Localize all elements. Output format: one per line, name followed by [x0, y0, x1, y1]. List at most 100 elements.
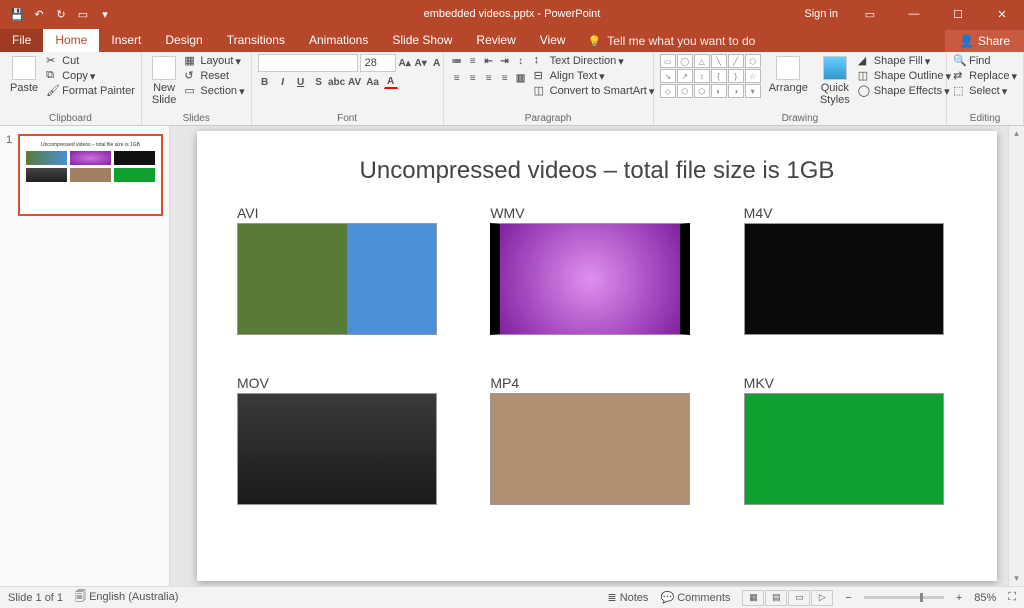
scroll-down-icon[interactable]: ▾ [1014, 573, 1019, 584]
strikethrough-button[interactable]: abc [330, 75, 344, 89]
shapes-gallery[interactable]: ▭◯△╲╱⬡ ↘↗↕{}☆ ◇⬠⬡◐◑▾ [660, 54, 761, 98]
slide-counter[interactable]: Slide 1 of 1 [8, 592, 63, 604]
select-icon: ⬚ [953, 84, 967, 98]
video-m4v[interactable]: M4V [744, 205, 957, 335]
columns-button[interactable]: ▥ [514, 71, 528, 85]
numbering-button[interactable]: ≡ [466, 54, 480, 68]
select-button[interactable]: ⬚Select▾ [953, 84, 1017, 98]
zoom-in-button[interactable]: + [956, 592, 962, 604]
italic-button[interactable]: I [276, 75, 290, 89]
font-size-input[interactable]: 28 [360, 54, 396, 72]
align-text-button[interactable]: ⊟Align Text▾ [534, 69, 655, 83]
reading-view-button[interactable]: ▭ [788, 590, 810, 606]
new-slide-button[interactable]: New Slide [148, 54, 180, 108]
start-slideshow-icon[interactable]: ▭ [76, 7, 90, 21]
cut-button[interactable]: ✂Cut [46, 54, 135, 68]
tab-view[interactable]: View [528, 29, 578, 52]
vertical-scrollbar[interactable]: ▴ ▾ [1008, 126, 1024, 586]
tab-transitions[interactable]: Transitions [215, 29, 297, 52]
clear-formatting-icon[interactable]: A [430, 56, 444, 70]
tab-file[interactable]: File [0, 29, 43, 52]
find-button[interactable]: 🔍Find [953, 54, 1017, 68]
tab-insert[interactable]: Insert [99, 29, 153, 52]
font-name-input[interactable] [258, 54, 358, 72]
justify-button[interactable]: ≡ [498, 71, 512, 85]
font-color-button[interactable]: A [384, 75, 398, 89]
zoom-level[interactable]: 85% [974, 592, 996, 604]
quick-styles-button[interactable]: Quick Styles [816, 54, 854, 108]
video-mkv[interactable]: MKV [744, 375, 957, 505]
paste-button[interactable]: Paste [6, 54, 42, 96]
normal-view-button[interactable]: ▦ [742, 590, 764, 606]
tab-slideshow[interactable]: Slide Show [380, 29, 464, 52]
align-center-button[interactable]: ≡ [466, 71, 480, 85]
fit-to-window-button[interactable]: ⛶ [1008, 591, 1016, 604]
replace-button[interactable]: ⇄Replace▾ [953, 69, 1017, 83]
increase-indent-button[interactable]: ⇥ [498, 54, 512, 68]
tell-me-search[interactable]: 💡 Tell me what you want to do [578, 30, 766, 52]
chevron-down-icon: ▾ [925, 55, 931, 68]
new-slide-icon [152, 56, 176, 80]
chevron-down-icon: ▾ [599, 70, 605, 83]
slide-canvas[interactable]: Uncompressed videos – total file size is… [197, 131, 997, 581]
tab-home[interactable]: Home [43, 29, 99, 52]
video-avi[interactable]: AVI [237, 205, 450, 335]
tab-design[interactable]: Design [153, 29, 214, 52]
qat-customize-icon[interactable]: ▾ [98, 7, 112, 21]
notes-button[interactable]: ≣ Notes [607, 591, 648, 604]
video-mp4[interactable]: MP4 [490, 375, 703, 505]
copy-button[interactable]: ⧉Copy▾ [46, 69, 135, 83]
shape-fill-button[interactable]: ◢Shape Fill▾ [858, 54, 951, 68]
layout-button[interactable]: ▦Layout▾ [184, 54, 244, 68]
video-thumbnail[interactable] [490, 393, 690, 505]
arrange-button[interactable]: Arrange [765, 54, 812, 96]
undo-icon[interactable]: ↶ [32, 7, 46, 21]
align-left-button[interactable]: ≡ [450, 71, 464, 85]
save-icon[interactable]: 💾 [10, 7, 24, 21]
redo-icon[interactable]: ↻ [54, 7, 68, 21]
spacing-button[interactable]: AV [348, 75, 362, 89]
reset-button[interactable]: ↺Reset [184, 69, 244, 83]
increase-font-icon[interactable]: A▴ [398, 56, 412, 70]
video-thumbnail[interactable] [237, 223, 437, 335]
align-right-button[interactable]: ≡ [482, 71, 496, 85]
comments-button[interactable]: 💬 Comments [660, 591, 730, 604]
slide-canvas-area[interactable]: Uncompressed videos – total file size is… [170, 126, 1024, 586]
video-thumbnail[interactable] [744, 223, 944, 335]
maximize-icon[interactable]: ☐ [936, 0, 980, 28]
video-thumbnail[interactable] [744, 393, 944, 505]
line-spacing-button[interactable]: ↕ [514, 54, 528, 68]
change-case-button[interactable]: Aa [366, 75, 380, 89]
language-indicator[interactable]: 🗐 English (Australia) [75, 588, 178, 607]
sign-in-link[interactable]: Sign in [794, 8, 848, 20]
slide-thumbnail-1[interactable]: Uncompressed videos – total file size is… [18, 134, 163, 216]
bullets-button[interactable]: ≔ [450, 54, 464, 68]
underline-button[interactable]: U [294, 75, 308, 89]
section-button[interactable]: ▭Section▾ [184, 84, 244, 98]
slide-thumbnail-panel[interactable]: 1 Uncompressed videos – total file size … [0, 126, 170, 586]
format-painter-button[interactable]: 🖌Format Painter [46, 84, 135, 98]
video-wmv[interactable]: WMV [490, 205, 703, 335]
video-thumbnail[interactable] [237, 393, 437, 505]
scroll-up-icon[interactable]: ▴ [1014, 128, 1019, 139]
shape-outline-button[interactable]: ◫Shape Outline▾ [858, 69, 951, 83]
tab-review[interactable]: Review [464, 29, 527, 52]
decrease-font-icon[interactable]: A▾ [414, 56, 428, 70]
video-thumbnail[interactable] [490, 223, 690, 335]
ribbon-options-icon[interactable]: ▭ [848, 0, 892, 28]
shape-effects-button[interactable]: ◯Shape Effects▾ [858, 84, 951, 98]
zoom-slider[interactable] [864, 596, 944, 599]
close-icon[interactable]: ✕ [980, 0, 1024, 28]
sorter-view-button[interactable]: ▤ [765, 590, 787, 606]
tab-animations[interactable]: Animations [297, 29, 380, 52]
video-mov[interactable]: MOV [237, 375, 450, 505]
convert-smartart-button[interactable]: ◫Convert to SmartArt▾ [534, 84, 655, 98]
decrease-indent-button[interactable]: ⇤ [482, 54, 496, 68]
bold-button[interactable]: B [258, 75, 272, 89]
minimize-icon[interactable]: — [892, 0, 936, 28]
share-button[interactable]: 👤 Share [945, 30, 1024, 52]
zoom-out-button[interactable]: − [845, 592, 851, 604]
slideshow-view-button[interactable]: ▷ [811, 590, 833, 606]
shadow-button[interactable]: S [312, 75, 326, 89]
text-direction-button[interactable]: ↕Text Direction▾ [534, 54, 655, 68]
